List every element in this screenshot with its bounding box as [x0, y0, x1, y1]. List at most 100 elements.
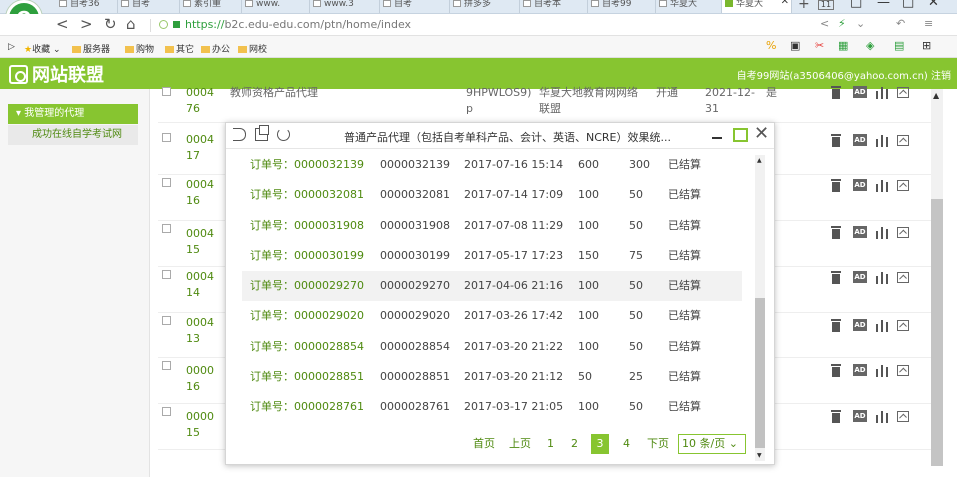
- order-number-link[interactable]: 订单号：0000029270: [250, 271, 364, 301]
- ad-icon[interactable]: AD: [853, 364, 867, 376]
- image-icon[interactable]: [897, 87, 909, 98]
- share-icon[interactable]: <: [820, 17, 829, 30]
- url-input[interactable]: https://b2c.edu-edu.com/ptn/home/index: [185, 18, 411, 31]
- shield-icon[interactable]: ◈: [866, 39, 874, 52]
- order-number-link[interactable]: 订单号：0000028854: [250, 332, 364, 362]
- browser-tab[interactable]: 拼多多: [450, 0, 520, 13]
- sidebar-toggle-icon[interactable]: ▷: [8, 42, 15, 52]
- order-number-link[interactable]: 订单号：0000030199: [250, 241, 364, 271]
- order-number-link[interactable]: 订单号：0000028851: [250, 362, 364, 392]
- link-icon[interactable]: %: [766, 39, 776, 52]
- window-restore-icon[interactable]: □: [850, 0, 862, 10]
- site-logo[interactable]: 网站联盟: [9, 61, 104, 87]
- browser-tab[interactable]: 自考: [380, 0, 450, 13]
- image-icon[interactable]: [897, 180, 909, 191]
- bookmark-folder[interactable]: 购物: [125, 42, 154, 55]
- order-number-link[interactable]: 订单号：0000029020: [250, 301, 364, 331]
- refresh-icon[interactable]: ↻: [104, 15, 117, 33]
- back-icon[interactable]: <: [56, 15, 69, 33]
- undo-icon[interactable]: ↶: [896, 17, 905, 30]
- row-checkbox[interactable]: [162, 316, 171, 325]
- next-page-link[interactable]: 下页: [647, 434, 669, 454]
- stats-icon[interactable]: [876, 227, 888, 239]
- trash-icon[interactable]: [831, 364, 841, 377]
- window-maximize-icon[interactable]: □: [902, 0, 914, 10]
- browser-tab[interactable]: 自考36: [56, 0, 118, 13]
- order-number-link[interactable]: 订单号：0000032139: [250, 150, 364, 180]
- bookmark-folder[interactable]: 办公: [201, 42, 230, 55]
- dropdown-chevron-icon[interactable]: ⌄: [856, 17, 865, 30]
- scroll-up-icon[interactable]: ▲: [933, 91, 939, 100]
- trash-icon[interactable]: [831, 319, 841, 332]
- ad-icon[interactable]: AD: [853, 179, 867, 191]
- grid-icon[interactable]: ⊞: [922, 39, 931, 52]
- bookmark-favorites[interactable]: ★收藏 ⌄: [24, 42, 61, 55]
- close-icon[interactable]: ✕: [754, 123, 769, 144]
- dialog-scrollbar[interactable]: ▲ ▼: [755, 155, 765, 461]
- user-account[interactable]: 自考99网站(a3506406@yahoo.com.cn): [737, 71, 928, 82]
- home-icon[interactable]: ⌂: [126, 15, 136, 33]
- copy-icon[interactable]: [255, 125, 269, 141]
- stats-icon[interactable]: [876, 320, 888, 332]
- page-link-2[interactable]: 2: [571, 434, 578, 454]
- tab-count[interactable]: 11: [818, 0, 834, 10]
- ad-icon[interactable]: AD: [853, 271, 867, 283]
- row-checkbox[interactable]: [162, 224, 171, 233]
- stats-icon[interactable]: [876, 87, 888, 99]
- row-checkbox[interactable]: [162, 133, 171, 142]
- security-shield-icon[interactable]: [159, 20, 168, 29]
- stats-icon[interactable]: [876, 135, 888, 147]
- stats-icon[interactable]: [876, 411, 888, 423]
- trash-icon[interactable]: [831, 410, 841, 423]
- page-scrollbar[interactable]: ▲: [931, 89, 943, 466]
- stats-icon[interactable]: [876, 180, 888, 192]
- screenshot-icon[interactable]: ▣: [790, 39, 800, 52]
- close-tab-icon[interactable]: ✕: [781, 0, 789, 7]
- browser-tab-active[interactable]: 华夏大 ✕: [722, 0, 792, 13]
- sidebar-section-my-agents[interactable]: ▾ 我管理的代理: [8, 104, 138, 124]
- forward-icon[interactable]: >: [80, 15, 93, 33]
- back-icon[interactable]: [233, 128, 246, 141]
- scroll-down-icon[interactable]: ▼: [757, 452, 762, 459]
- prev-page-link[interactable]: 上页: [509, 434, 531, 454]
- lightning-icon[interactable]: ⚡: [838, 17, 846, 30]
- window-close-icon[interactable]: ✕: [928, 0, 939, 10]
- bookmark-folder[interactable]: 服务器: [72, 42, 110, 55]
- page-link-1[interactable]: 1: [547, 434, 554, 454]
- minimize-icon[interactable]: [712, 137, 722, 139]
- browser-tab[interactable]: www.3: [310, 0, 380, 13]
- page-size-select[interactable]: 10 条/页 ⌄: [678, 434, 746, 454]
- browser-tab[interactable]: 自考99: [588, 0, 656, 13]
- logout-link[interactable]: 注销: [931, 71, 951, 82]
- image-icon[interactable]: [897, 135, 909, 146]
- order-number-link[interactable]: 订单号：0000032081: [250, 180, 364, 210]
- dialog-scrollbar-thumb[interactable]: [755, 298, 765, 448]
- trash-icon[interactable]: [831, 134, 841, 147]
- first-page-link[interactable]: 首页: [473, 434, 495, 454]
- row-checkbox[interactable]: [162, 361, 171, 370]
- trash-icon[interactable]: [831, 86, 841, 99]
- window-minimize-icon[interactable]: —: [877, 0, 890, 10]
- scroll-up-icon[interactable]: ▲: [757, 157, 762, 164]
- row-checkbox[interactable]: [162, 87, 171, 96]
- new-tab-icon[interactable]: +: [798, 0, 810, 12]
- maximize-icon[interactable]: [733, 128, 748, 142]
- ad-icon[interactable]: AD: [853, 319, 867, 331]
- image-icon[interactable]: [897, 365, 909, 376]
- page-scrollbar-thumb[interactable]: [931, 199, 943, 466]
- ad-icon[interactable]: AD: [853, 134, 867, 146]
- stats-icon[interactable]: [876, 365, 888, 377]
- image-icon[interactable]: [897, 272, 909, 283]
- row-checkbox[interactable]: [162, 270, 171, 279]
- ad-icon[interactable]: AD: [853, 86, 867, 98]
- ad-icon[interactable]: AD: [853, 410, 867, 422]
- puzzle-icon[interactable]: ▤: [894, 39, 904, 52]
- trash-icon[interactable]: [831, 271, 841, 284]
- sidebar-item-agent[interactable]: 成功在线自学考试网: [8, 125, 138, 145]
- trash-icon[interactable]: [831, 179, 841, 192]
- image-icon[interactable]: [897, 320, 909, 331]
- refresh-icon[interactable]: [277, 128, 290, 141]
- cut-icon[interactable]: ✂: [815, 39, 824, 52]
- trash-icon[interactable]: [831, 226, 841, 239]
- browser-tab[interactable]: 素引重: [180, 0, 242, 13]
